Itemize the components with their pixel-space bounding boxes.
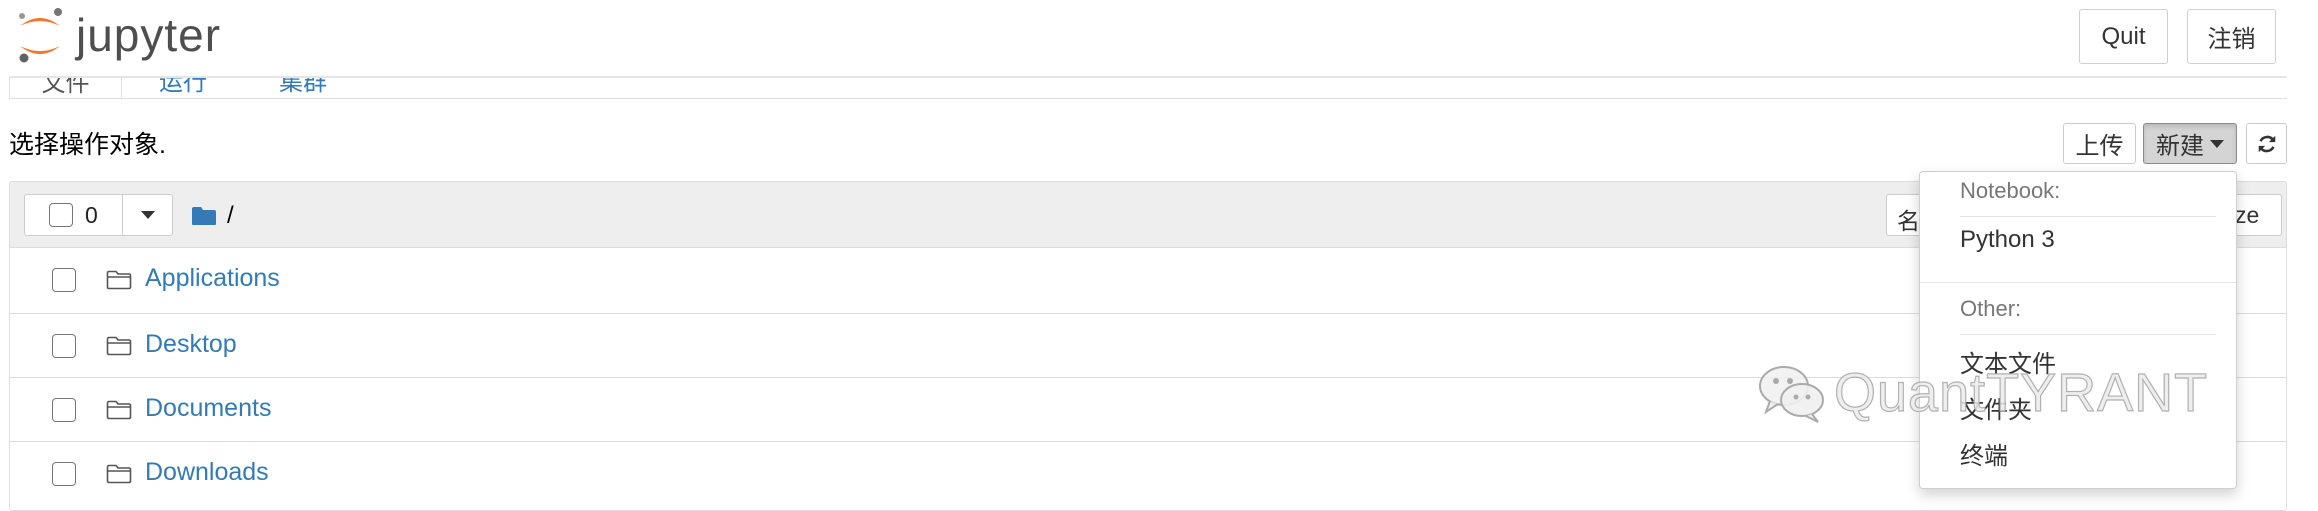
quit-button[interactable]: Quit (2079, 9, 2168, 64)
select-all-checkbox[interactable] (49, 203, 73, 227)
menu-item-folder[interactable]: 文件夹 (1960, 390, 2032, 425)
logo-text: jupyter (76, 9, 222, 61)
menu-header-other: Other: (1960, 296, 2022, 321)
new-button-label: 新建 (2156, 133, 2204, 160)
item-checkbox[interactable] (52, 462, 76, 486)
menu-divider (1960, 334, 2216, 335)
folder-icon (106, 400, 132, 420)
new-dropdown-button[interactable]: 新建 (2143, 123, 2237, 164)
header-divider (9, 76, 2287, 78)
breadcrumb: / (191, 202, 234, 230)
jupyter-logo-icon (19, 8, 62, 63)
header: jupyter Quit 注销 (0, 0, 2318, 76)
refresh-icon (2258, 135, 2275, 152)
item-name-link[interactable]: Downloads (145, 458, 269, 487)
item-name-link[interactable]: Documents (145, 394, 271, 423)
refresh-button[interactable] (2246, 123, 2287, 164)
folder-icon (106, 464, 132, 484)
item-name-link[interactable]: Desktop (145, 330, 237, 359)
item-checkbox[interactable] (52, 398, 76, 422)
select-all-group: 0 (24, 194, 173, 236)
menu-item-python3[interactable]: Python 3 (1960, 226, 2055, 254)
new-dropdown-menu: Notebook: Python 3 Other: 文本文件 文件夹 终端 (1919, 171, 2237, 489)
item-checkbox[interactable] (52, 334, 76, 358)
breadcrumb-path[interactable]: / (227, 202, 234, 230)
chevron-down-icon (140, 211, 155, 219)
folder-home-icon[interactable] (191, 206, 217, 226)
jupyter-logo[interactable]: jupyter (14, 4, 221, 66)
folder-icon (106, 270, 132, 290)
folder-icon (106, 336, 132, 356)
item-checkbox[interactable] (52, 268, 76, 292)
menu-header-notebook: Notebook: (1960, 178, 2061, 203)
menu-divider (1960, 216, 2216, 217)
menu-item-terminal[interactable]: 终端 (1960, 436, 2008, 471)
select-menu-button[interactable] (123, 195, 172, 235)
select-all-toggle[interactable]: 0 (25, 195, 123, 235)
chevron-down-icon (2210, 139, 2224, 148)
upload-button[interactable]: 上传 (2063, 123, 2136, 164)
select-hint-text: 选择操作对象. (9, 131, 166, 159)
menu-divider (1920, 282, 2236, 283)
menu-item-text-file[interactable]: 文本文件 (1960, 344, 2056, 379)
logout-button[interactable]: 注销 (2187, 9, 2276, 64)
selected-count: 0 (85, 201, 98, 228)
item-name-link[interactable]: Applications (145, 264, 280, 293)
